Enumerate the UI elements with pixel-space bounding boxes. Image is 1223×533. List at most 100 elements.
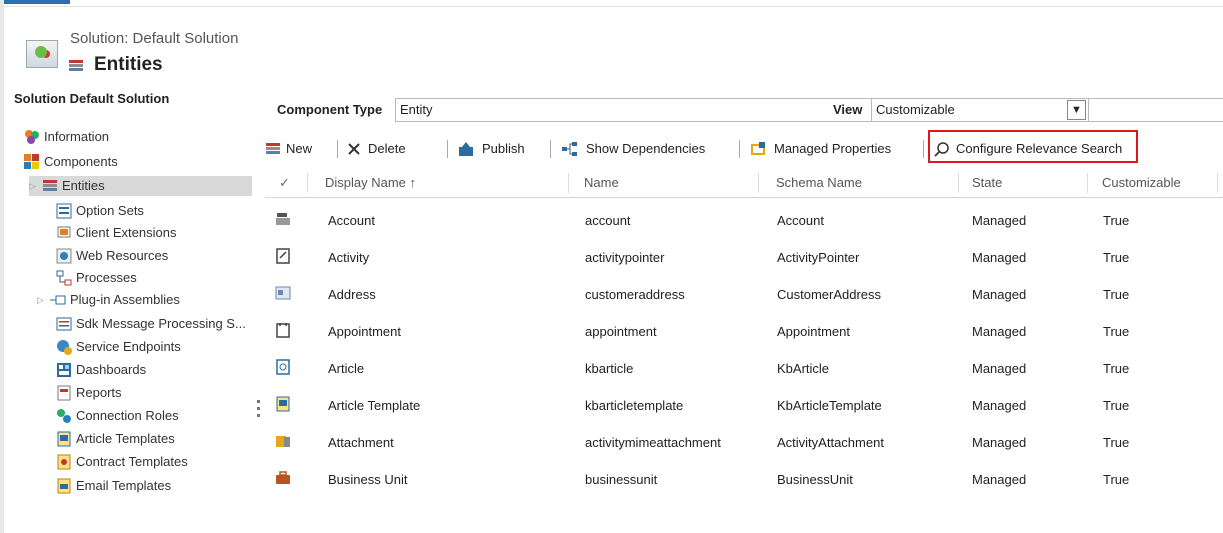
sidebar-item-label: Client Extensions [76, 225, 177, 240]
sidebar-item-article-templates[interactable]: Article Templates [56, 429, 256, 449]
cell-name: activitypointer [585, 250, 665, 265]
sidebar-splitter[interactable] [257, 400, 260, 426]
select-all-checkmark[interactable]: ✓ [279, 175, 290, 191]
view-value: Customizable [876, 102, 955, 117]
sidebar-item-service-endpoints[interactable]: Service Endpoints [56, 337, 256, 357]
address-icon [275, 286, 291, 300]
cell-name: businessunit [585, 472, 658, 487]
sidebar-item-plugin-assemblies[interactable]: ▷ Plug-in Assemblies [37, 290, 257, 310]
account-icon [276, 213, 290, 225]
column-divider [1217, 173, 1218, 193]
sidebar-item-label: Article Templates [76, 431, 175, 446]
sidebar-item-sdk-message[interactable]: Sdk Message Processing S... [56, 314, 266, 334]
toolbar-divider [550, 140, 551, 158]
cell-schema-name: Account [777, 213, 824, 228]
column-header-state[interactable]: State [972, 175, 1002, 190]
sidebar-heading: Solution Default Solution [14, 91, 170, 106]
top-accent [0, 0, 70, 4]
show-dependencies-button[interactable]: Show Dependencies [562, 136, 724, 162]
cell-display-name: Article [328, 361, 365, 376]
delete-button[interactable]: Delete [346, 136, 426, 162]
new-label: New [286, 141, 313, 156]
sidebar-item-reports[interactable]: Reports [56, 383, 256, 403]
cell-state: Managed [972, 324, 1027, 339]
table-row[interactable]: Account account Account Managed True [265, 203, 1223, 240]
sidebar: Solution Default Solution Information Co… [12, 90, 260, 495]
cell-display-name: Appointment [328, 324, 401, 339]
page-subtitle: Solution: Default Solution [70, 30, 239, 47]
cell-display-name: Article Template [328, 398, 421, 413]
cell-name: account [585, 213, 631, 228]
table-row[interactable]: Article Template kbarticletemplate KbArt… [265, 388, 1223, 425]
column-header-schema-name[interactable]: Schema Name [776, 175, 862, 190]
sidebar-item-components[interactable]: Components [24, 152, 254, 172]
cell-schema-name: ActivityPointer [777, 250, 860, 265]
sdk-message-icon [56, 317, 72, 331]
sidebar-item-dashboards[interactable]: Dashboards [56, 360, 256, 380]
view-select[interactable]: Customizable [871, 98, 1223, 122]
toolbar-divider [739, 140, 740, 158]
entities-icon [69, 60, 83, 71]
email-templates-icon [57, 478, 71, 494]
expand-caret-icon[interactable]: ▷ [29, 180, 39, 192]
sidebar-item-contract-templates[interactable]: Contract Templates [56, 452, 256, 472]
cell-customizable: True [1103, 250, 1130, 265]
publish-label: Publish [482, 141, 525, 156]
toolbar-divider [447, 140, 448, 158]
publish-button[interactable]: Publish [458, 136, 536, 162]
reports-icon [57, 385, 71, 401]
column-divider [958, 173, 959, 193]
table-row[interactable]: Business Unit businessunit BusinessUnit … [265, 462, 1223, 499]
sidebar-item-label: Connection Roles [76, 408, 179, 423]
cell-state: Managed [972, 361, 1027, 376]
new-button[interactable]: New [265, 136, 327, 162]
component-type-bar: Component Type Entity ▼ View Customizabl… [277, 98, 1223, 122]
sidebar-item-label: Processes [76, 270, 137, 285]
cell-customizable: True [1103, 213, 1130, 228]
sidebar-item-label: Email Templates [76, 478, 172, 493]
table-row[interactable]: Appointment appointment Appointment Mana… [265, 314, 1223, 351]
sidebar-item-label: Sdk Message Processing S... [76, 316, 246, 331]
column-header-name[interactable]: Name [584, 175, 619, 190]
sidebar-item-connection-roles[interactable]: Connection Roles [56, 406, 256, 426]
table-row[interactable]: Article kbarticle KbArticle Managed True [265, 351, 1223, 388]
expand-caret-icon[interactable]: ▷ [37, 294, 47, 306]
cell-name: activitymimeattachment [585, 435, 721, 450]
dashboards-icon [57, 363, 71, 377]
table-header: ✓ Display Name ↑ Name Schema Name State … [265, 169, 1223, 198]
cell-customizable: True [1103, 287, 1130, 302]
sidebar-item-label: Plug-in Assemblies [70, 292, 180, 307]
article-template-icon [276, 396, 290, 412]
managed-properties-button[interactable]: Managed Properties [750, 136, 905, 162]
sidebar-item-information[interactable]: Information [24, 127, 254, 147]
cell-display-name: Attachment [328, 435, 394, 450]
table-row[interactable]: Activity activitypointer ActivityPointer… [265, 240, 1223, 277]
cell-state: Managed [972, 287, 1027, 302]
processes-icon [56, 270, 72, 286]
sidebar-item-email-templates[interactable]: Email Templates [56, 476, 256, 496]
appointment-icon [276, 323, 290, 338]
table-row[interactable]: Attachment activitymimeattachment Activi… [265, 425, 1223, 462]
cell-customizable: True [1103, 398, 1130, 413]
cell-schema-name: Appointment [777, 324, 850, 339]
left-edge [0, 0, 4, 533]
dependencies-icon [562, 142, 577, 156]
option-sets-icon [56, 203, 72, 219]
sidebar-item-option-sets[interactable]: Option Sets [56, 201, 256, 221]
show-dependencies-label: Show Dependencies [586, 141, 706, 156]
view-label: View [833, 102, 863, 117]
cell-state: Managed [972, 213, 1027, 228]
sidebar-item-processes[interactable]: Processes [56, 268, 256, 288]
client-extensions-icon [57, 226, 71, 238]
information-icon [25, 130, 39, 144]
sidebar-item-web-resources[interactable]: Web Resources [56, 246, 256, 266]
table-row[interactable]: Address customeraddress CustomerAddress … [265, 277, 1223, 314]
delete-label: Delete [368, 141, 406, 156]
sidebar-item-client-extensions[interactable]: Client Extensions [56, 223, 256, 243]
column-header-customizable[interactable]: Customizable [1102, 175, 1181, 190]
sidebar-item-label: Components [44, 154, 118, 169]
sidebar-item-entities[interactable]: ▷ Entities [29, 176, 252, 196]
sidebar-item-label: Entities [62, 178, 105, 193]
column-header-display-name[interactable]: Display Name ↑ [325, 175, 416, 190]
cell-display-name: Business Unit [328, 472, 408, 487]
